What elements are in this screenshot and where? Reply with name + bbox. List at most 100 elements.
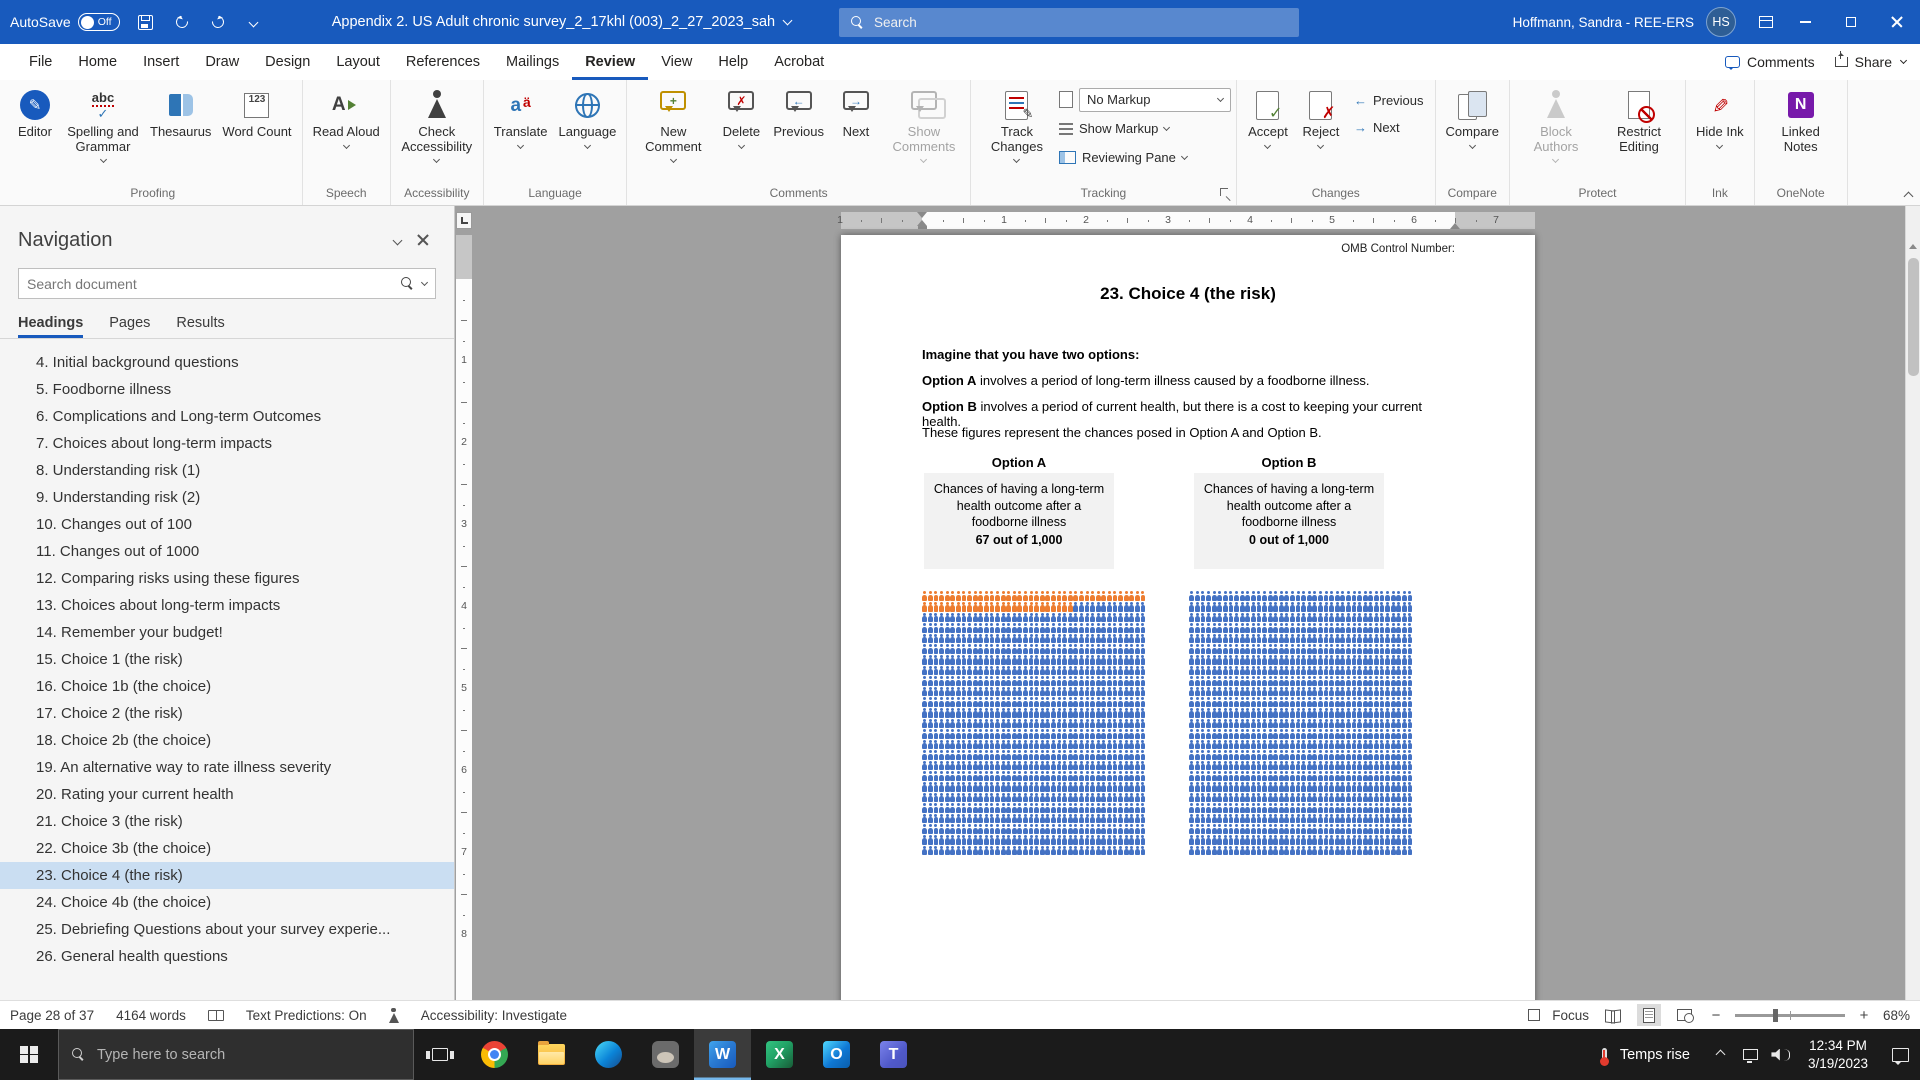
save-button[interactable] [130,6,162,38]
task-view-button[interactable] [414,1029,466,1080]
tab-design[interactable]: Design [252,44,323,80]
horizontal-ruler[interactable]: 11234567 [841,212,1535,229]
nav-heading-item[interactable]: 17. Choice 2 (the risk) [0,700,454,727]
clock[interactable]: 12:34 PM 3/19/2023 [1796,1037,1880,1072]
share-button[interactable]: Share [1835,54,1906,70]
edge-taskbar-icon[interactable] [580,1029,637,1080]
tab-results[interactable]: Results [176,315,224,338]
language-button[interactable]: Language [554,83,622,148]
tab-insert[interactable]: Insert [130,44,192,80]
nav-heading-item[interactable]: 23. Choice 4 (the risk) [0,862,454,889]
hidden-icons-button[interactable] [1706,1029,1736,1080]
linked-notes-button[interactable]: N Linked Notes [1760,83,1842,154]
zoom-in-button[interactable]: + [1857,1007,1871,1024]
tab-draw[interactable]: Draw [192,44,252,80]
ribbon-display-options-button[interactable] [1750,6,1782,38]
scrollbar-thumb[interactable] [1908,258,1919,376]
taskbar-search-input[interactable] [97,1047,400,1063]
translate-button[interactable]: aä Translate [489,83,553,148]
search-options-chevron-icon[interactable] [421,278,428,285]
hide-ink-button[interactable]: ✎ Hide Ink [1691,83,1749,148]
autosave-toggle[interactable]: Off [78,13,120,31]
customize-quick-access-button[interactable] [238,6,270,38]
nav-heading-item[interactable]: 16. Choice 1b (the choice) [0,673,454,700]
explorer-taskbar-icon[interactable] [523,1029,580,1080]
weather-widget[interactable]: Temps rise [1586,1047,1706,1063]
word-count-indicator[interactable]: 4164 words [116,1008,186,1023]
accessibility-indicator[interactable]: Accessibility: Investigate [421,1008,567,1023]
restrict-editing-button[interactable]: Restrict Editing [1598,83,1680,154]
zoom-out-button[interactable]: − [1709,1007,1723,1024]
reject-button[interactable]: ✗ Reject [1295,83,1347,148]
zoom-level[interactable]: 68% [1883,1008,1910,1023]
tab-headings[interactable]: Headings [18,315,83,338]
read-mode-button[interactable] [1601,1004,1625,1026]
scroll-up-arrow-icon[interactable] [1906,238,1920,253]
tab-references[interactable]: References [393,44,493,80]
titlebar-search-input[interactable] [874,15,1287,30]
user-name[interactable]: Hoffmann, Sandra - REE-ERS [1513,15,1694,30]
show-markup-button[interactable]: Show Markup [1059,115,1231,142]
maximize-button[interactable] [1828,0,1874,44]
nav-heading-item[interactable]: 7. Choices about long-term impacts [0,430,454,457]
word-taskbar-icon[interactable] [694,1029,751,1080]
nav-heading-item[interactable]: 21. Choice 3 (the risk) [0,808,454,835]
nav-heading-item[interactable]: 13. Choices about long-term impacts [0,592,454,619]
nav-heading-item[interactable]: 6. Complications and Long-term Outcomes [0,403,454,430]
nav-heading-item[interactable]: 26. General health questions [0,943,454,970]
minimize-button[interactable] [1782,0,1828,44]
search-icon[interactable] [401,277,414,290]
spelling-grammar-button[interactable]: abc✓ Spelling and Grammar [62,83,144,162]
accept-button[interactable]: ✓ Accept [1242,83,1294,148]
show-comments-button[interactable]: Show Comments [883,83,965,162]
thesaurus-button[interactable]: Thesaurus [145,83,216,140]
undo-button[interactable] [166,6,198,38]
nav-heading-item[interactable]: 9. Understanding risk (2) [0,484,454,511]
close-button[interactable] [1874,0,1920,44]
tab-stop-selector[interactable] [456,212,472,229]
navigation-options-button[interactable] [384,227,410,253]
nav-heading-item[interactable]: 19. An alternative way to rate illness s… [0,754,454,781]
teams-taskbar-icon[interactable] [865,1029,922,1080]
tab-help[interactable]: Help [705,44,761,80]
print-layout-button[interactable] [1637,1004,1661,1026]
document-scrollbar[interactable] [1905,206,1920,1000]
navigation-close-button[interactable] [410,227,436,253]
nav-heading-item[interactable]: 10. Changes out of 100 [0,511,454,538]
nav-heading-item[interactable]: 14. Remember your budget! [0,619,454,646]
tab-layout[interactable]: Layout [323,44,393,80]
next-change-button[interactable]: → Next [1348,115,1430,140]
network-button[interactable] [1736,1029,1766,1080]
nav-heading-item[interactable]: 4. Initial background questions [0,349,454,376]
titlebar-search[interactable] [839,8,1299,37]
navigation-search-input[interactable] [27,276,393,292]
nav-heading-item[interactable]: 25. Debriefing Questions about your surv… [0,916,454,943]
track-changes-button[interactable]: ✎ Track Changes [976,83,1058,162]
read-aloud-button[interactable]: A Read Aloud [308,83,385,148]
proofing-status-icon[interactable] [208,1010,224,1021]
tab-review[interactable]: Review [572,44,648,80]
nav-heading-item[interactable]: 20. Rating your current health [0,781,454,808]
outlook-taskbar-icon[interactable] [808,1029,865,1080]
nav-heading-item[interactable]: 18. Choice 2b (the choice) [0,727,454,754]
nav-heading-item[interactable]: 8. Understanding risk (1) [0,457,454,484]
zoom-slider-thumb[interactable] [1773,1009,1778,1022]
start-button[interactable] [0,1029,58,1080]
editor-button[interactable]: ✎ Editor [9,83,61,140]
redo-button[interactable] [202,6,234,38]
compare-button[interactable]: Compare [1441,83,1504,148]
new-comment-button[interactable]: + New Comment [632,83,714,162]
excel-taskbar-icon[interactable] [751,1029,808,1080]
web-layout-button[interactable] [1673,1004,1697,1026]
previous-comment-button[interactable]: ← Previous [768,83,829,140]
page-indicator[interactable]: Page 28 of 37 [10,1008,94,1023]
collapse-ribbon-button[interactable] [1904,192,1914,202]
nav-heading-item[interactable]: 5. Foodborne illness [0,376,454,403]
nav-heading-item[interactable]: 12. Comparing risks using these figures [0,565,454,592]
comments-button[interactable]: Comments [1725,54,1815,70]
vertical-ruler[interactable]: 12345678 [456,235,472,1000]
tab-mailings[interactable]: Mailings [493,44,572,80]
autosave-control[interactable]: AutoSave Off [10,13,120,31]
gimp-taskbar-icon[interactable] [637,1029,694,1080]
nav-heading-item[interactable]: 15. Choice 1 (the risk) [0,646,454,673]
